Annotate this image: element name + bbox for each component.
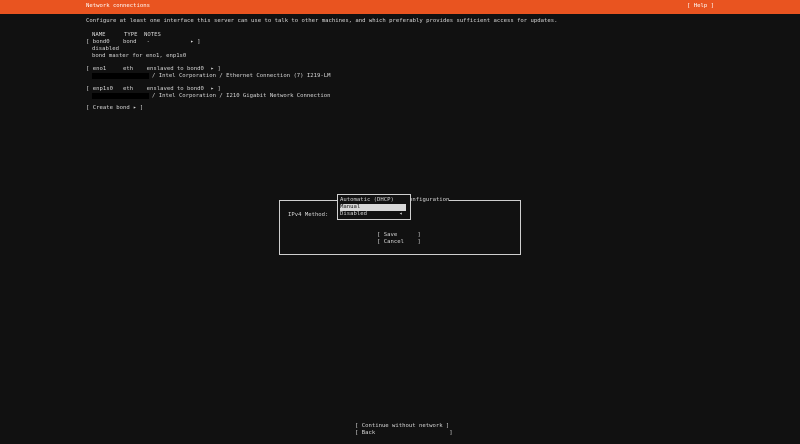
save-button[interactable]: [ Save ] xyxy=(377,232,421,239)
intro-text: Configure at least one interface this se… xyxy=(86,18,558,24)
title-bar: Network connections [ Help ] xyxy=(0,0,800,14)
chevron-left-icon: ◂ xyxy=(399,211,403,217)
create-bond-button[interactable]: [ Create bond ▸ ] xyxy=(86,105,143,112)
bond0-note: bond master for eno1, enp1s0 xyxy=(92,53,187,59)
col-header-notes: NOTES xyxy=(144,32,161,38)
col-header-name: NAME xyxy=(92,32,106,38)
cancel-button[interactable]: [ Cancel ] xyxy=(377,239,421,246)
bond0-state: disabled xyxy=(92,46,119,52)
redacted-mac-eno1 xyxy=(92,73,149,79)
ipv4-method-label: IPv4 Method: xyxy=(288,212,329,218)
eno1-description: / Intel Corporation / Ethernet Connectio… xyxy=(152,73,331,79)
option-manual[interactable]: Manual xyxy=(340,204,406,211)
interface-row-enp1s0[interactable]: [ enp1s0 eth enslaved to bond0 ▸ ] xyxy=(86,86,221,93)
redacted-mac-enp1s0 xyxy=(92,93,149,99)
option-disabled[interactable]: Disabled ◂ xyxy=(340,211,406,218)
continue-without-network-button[interactable]: [ Continue without network ] xyxy=(355,423,449,430)
back-button[interactable]: [ Back ] xyxy=(355,430,453,437)
page-title: Network connections xyxy=(86,3,150,9)
help-button[interactable]: [ Help ] xyxy=(687,3,714,10)
col-header-type: TYPE xyxy=(124,32,138,38)
option-automatic-dhcp[interactable]: Automatic (DHCP) xyxy=(340,197,406,204)
interface-row-eno1[interactable]: [ eno1 eth enslaved to bond0 ▸ ] xyxy=(86,66,221,73)
ipv4-method-dropdown[interactable]: Automatic (DHCP) Manual Disabled ◂ xyxy=(337,194,411,220)
interface-row-bond0[interactable]: [ bond0 bond - ▸ ] xyxy=(86,39,201,46)
enp1s0-description: / Intel Corporation / I210 Gigabit Netwo… xyxy=(152,93,331,99)
dialog-title: onfiguration xyxy=(409,197,450,204)
